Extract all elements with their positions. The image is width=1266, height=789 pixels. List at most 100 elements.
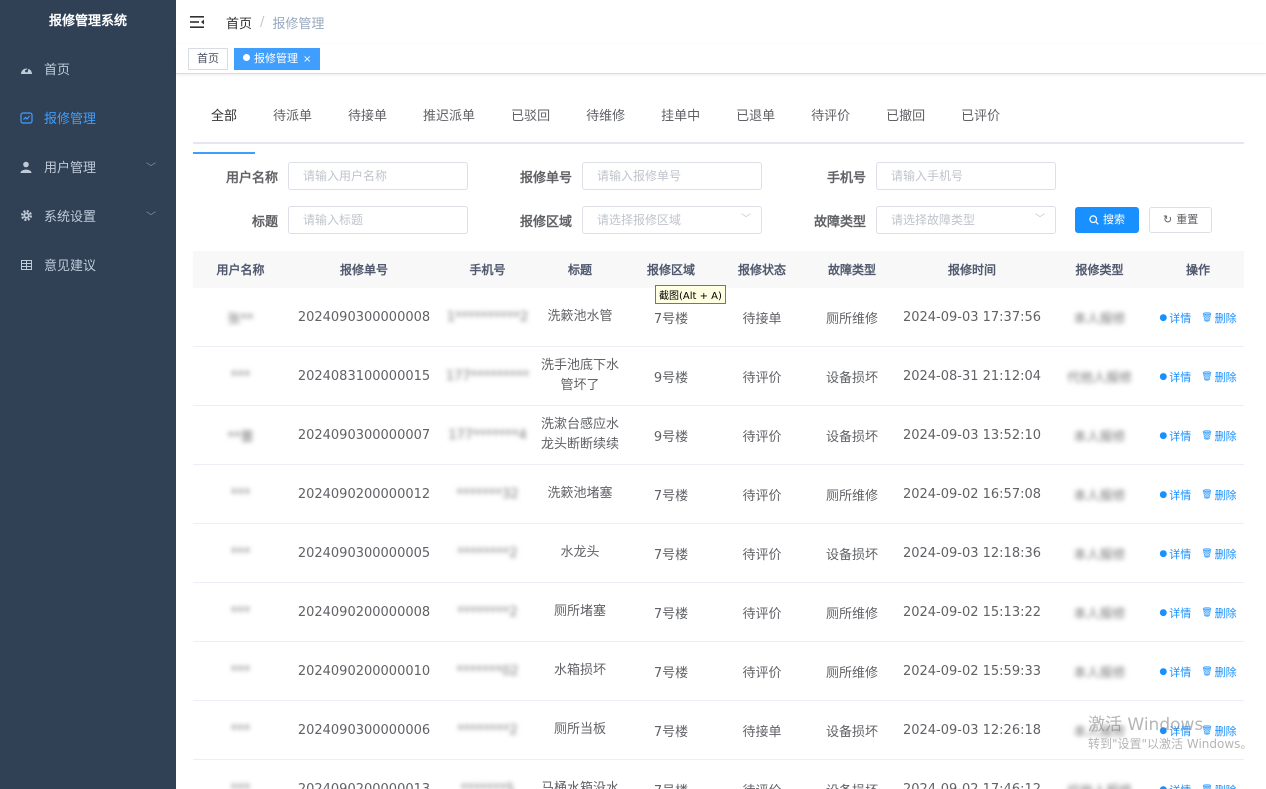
time-cell: 2024-09-03 12:18:36 xyxy=(897,546,1047,561)
phone-cell-text: 1**********2 xyxy=(446,309,529,325)
title-cell-text: 洗簌池水管 xyxy=(547,309,613,324)
sidebar-item-users[interactable]: 用户管理 ﹀ xyxy=(0,142,176,191)
info-icon: ● xyxy=(1159,371,1168,382)
order-input[interactable]: 请输入报修单号 xyxy=(582,162,762,190)
delete-button[interactable]: 🗑删除 xyxy=(1201,310,1236,326)
time-cell-text: 2024-09-03 17:37:56 xyxy=(902,309,1042,325)
order-label: 报修单号 xyxy=(519,170,572,186)
delete-button[interactable]: 🗑删除 xyxy=(1201,605,1236,621)
tab-delayed-dispatch[interactable]: 推迟派单 xyxy=(405,100,493,142)
detail-button[interactable]: ●详情 xyxy=(1159,546,1191,562)
sidebar-item-repair[interactable]: 报修管理 xyxy=(0,93,176,142)
phone-input[interactable]: 请输入手机号 xyxy=(876,162,1056,190)
info-icon: ● xyxy=(1159,666,1168,677)
table-icon xyxy=(18,259,34,270)
tab-pending-review[interactable]: 待评价 xyxy=(793,100,868,142)
breadcrumb-separator: / xyxy=(260,14,265,30)
tab-pending-dispatch[interactable]: 待派单 xyxy=(255,100,330,142)
order-cell-text: 2024090200000010 xyxy=(297,663,431,679)
phone-cell: *******5 xyxy=(440,782,535,789)
detail-label: 详情 xyxy=(1169,370,1192,384)
delete-button[interactable]: 🗑删除 xyxy=(1201,664,1236,680)
menu-fold-icon[interactable] xyxy=(190,13,204,32)
tab-pending-repair[interactable]: 待维修 xyxy=(568,100,643,142)
breadcrumb-home[interactable]: 首页 xyxy=(226,13,252,32)
actions-cell: ●详情 🗑删除 xyxy=(1152,427,1244,444)
area-cell-text: 7号楼 xyxy=(653,547,689,563)
area-cell: 7号楼 xyxy=(625,544,717,563)
status-cell-text: 待接单 xyxy=(742,311,782,327)
delete-button[interactable]: 🗑删除 xyxy=(1201,487,1236,503)
search-button[interactable]: 搜索 xyxy=(1075,207,1139,233)
detail-button[interactable]: ●详情 xyxy=(1159,310,1191,326)
search-form: 用户名称 请输入用户名称 报修单号 请输入报修单号 手机号 请输入手机号 标题 … xyxy=(193,144,1244,248)
col-fault: 故障类型 xyxy=(827,263,876,277)
fault-cell-text: 设备损坏 xyxy=(825,547,878,563)
title-cell-text: 马桶水箱没水 xyxy=(540,781,619,789)
time-cell-text: 2024-09-02 15:13:22 xyxy=(902,604,1042,620)
col-area: 报修区域 xyxy=(646,263,695,277)
detail-button[interactable]: ●详情 xyxy=(1159,428,1191,444)
tab-all[interactable]: 全部 xyxy=(193,100,256,154)
type-cell-text: 本人报修 xyxy=(1073,311,1126,327)
detail-button[interactable]: ●详情 xyxy=(1159,664,1191,680)
delete-button[interactable]: 🗑删除 xyxy=(1201,546,1236,562)
sidebar-item-feedback[interactable]: 意见建议 xyxy=(0,240,176,289)
area-cell-text: 7号楼 xyxy=(653,311,689,327)
title-cell-text: 厕所当板 xyxy=(553,722,606,737)
area-cell-text: 7号楼 xyxy=(653,488,689,504)
phone-cell-text: *******02 xyxy=(456,663,519,679)
tab-reviewed[interactable]: 已评价 xyxy=(943,100,1018,142)
watermark-line2: 转到"设置"以激活 Windows。 xyxy=(1088,737,1253,751)
close-icon[interactable]: × xyxy=(303,54,311,65)
order-cell-text: 2024090200000008 xyxy=(297,604,431,620)
table-row: *** 2024090200000013 *******5 马桶水箱没水 7号楼 待评价 设… xyxy=(193,760,1244,789)
type-cell-text: 代他人报修 xyxy=(1067,784,1132,789)
status-cell: 待接单 xyxy=(717,721,807,740)
fault-select[interactable]: 请选择故障类型 ﹀ xyxy=(876,206,1056,234)
user-cell: *** xyxy=(193,664,288,679)
phone-cell-text: *******5 xyxy=(460,781,515,789)
reset-button-label: 重置 xyxy=(1176,213,1199,226)
detail-button[interactable]: ●详情 xyxy=(1159,605,1191,621)
user-icon xyxy=(18,161,34,173)
tab-on-hold[interactable]: 挂单中 xyxy=(643,100,718,142)
order-cell: 2024090300000006 xyxy=(288,723,440,738)
reset-button[interactable]: ↻ 重置 xyxy=(1149,207,1213,233)
delete-button[interactable]: 🗑删除 xyxy=(1201,369,1236,385)
tab-rejected[interactable]: 已驳回 xyxy=(493,100,568,142)
sidebar-item-settings[interactable]: 系统设置 ﹀ xyxy=(0,191,176,240)
tab-pending-accept[interactable]: 待接单 xyxy=(330,100,405,142)
delete-button[interactable]: 🗑删除 xyxy=(1201,428,1236,444)
time-cell-text: 2024-09-02 15:59:33 xyxy=(902,663,1042,679)
delete-button[interactable]: 🗑删除 xyxy=(1201,782,1236,789)
detail-button[interactable]: ●详情 xyxy=(1159,369,1191,385)
tag-repair[interactable]: 报修管理 × xyxy=(234,47,321,70)
area-cell-text: 9号楼 xyxy=(653,370,689,386)
order-cell: 2024090200000012 xyxy=(288,487,440,502)
title-cell: 厕所当板 xyxy=(535,720,625,740)
search-button-label: 搜索 xyxy=(1103,213,1125,226)
detail-button[interactable]: ●详情 xyxy=(1159,782,1191,789)
fault-cell: 厕所维修 xyxy=(807,662,897,681)
order-cell-text: 2024090200000012 xyxy=(297,486,431,502)
tab-withdrawn[interactable]: 已撤回 xyxy=(868,100,943,142)
detail-button[interactable]: ●详情 xyxy=(1159,487,1191,503)
tab-returned[interactable]: 已退单 xyxy=(718,100,793,142)
area-cell: 7号楼 xyxy=(625,485,717,504)
sidebar-item-home[interactable]: 首页 xyxy=(0,44,176,93)
phone-cell: ********2 xyxy=(440,546,535,561)
col-phone: 手机号 xyxy=(469,263,506,277)
title-input[interactable]: 请输入标题 xyxy=(288,206,468,234)
phone-cell-text: ********2 xyxy=(457,545,518,561)
delete-label: 删除 xyxy=(1215,782,1237,789)
app-title: 报修管理系统 xyxy=(48,14,127,29)
area-select[interactable]: 请选择报修区域 ﹀ xyxy=(582,206,762,234)
user-cell-text: *** xyxy=(230,368,251,384)
status-cell-text: 待评价 xyxy=(742,784,781,789)
status-cell-text: 待评价 xyxy=(742,665,782,681)
fault-label: 故障类型 xyxy=(813,214,866,230)
tag-home[interactable]: 首页 xyxy=(188,47,228,70)
username-input[interactable]: 请输入用户名称 xyxy=(288,162,468,190)
repair-icon xyxy=(18,111,34,124)
